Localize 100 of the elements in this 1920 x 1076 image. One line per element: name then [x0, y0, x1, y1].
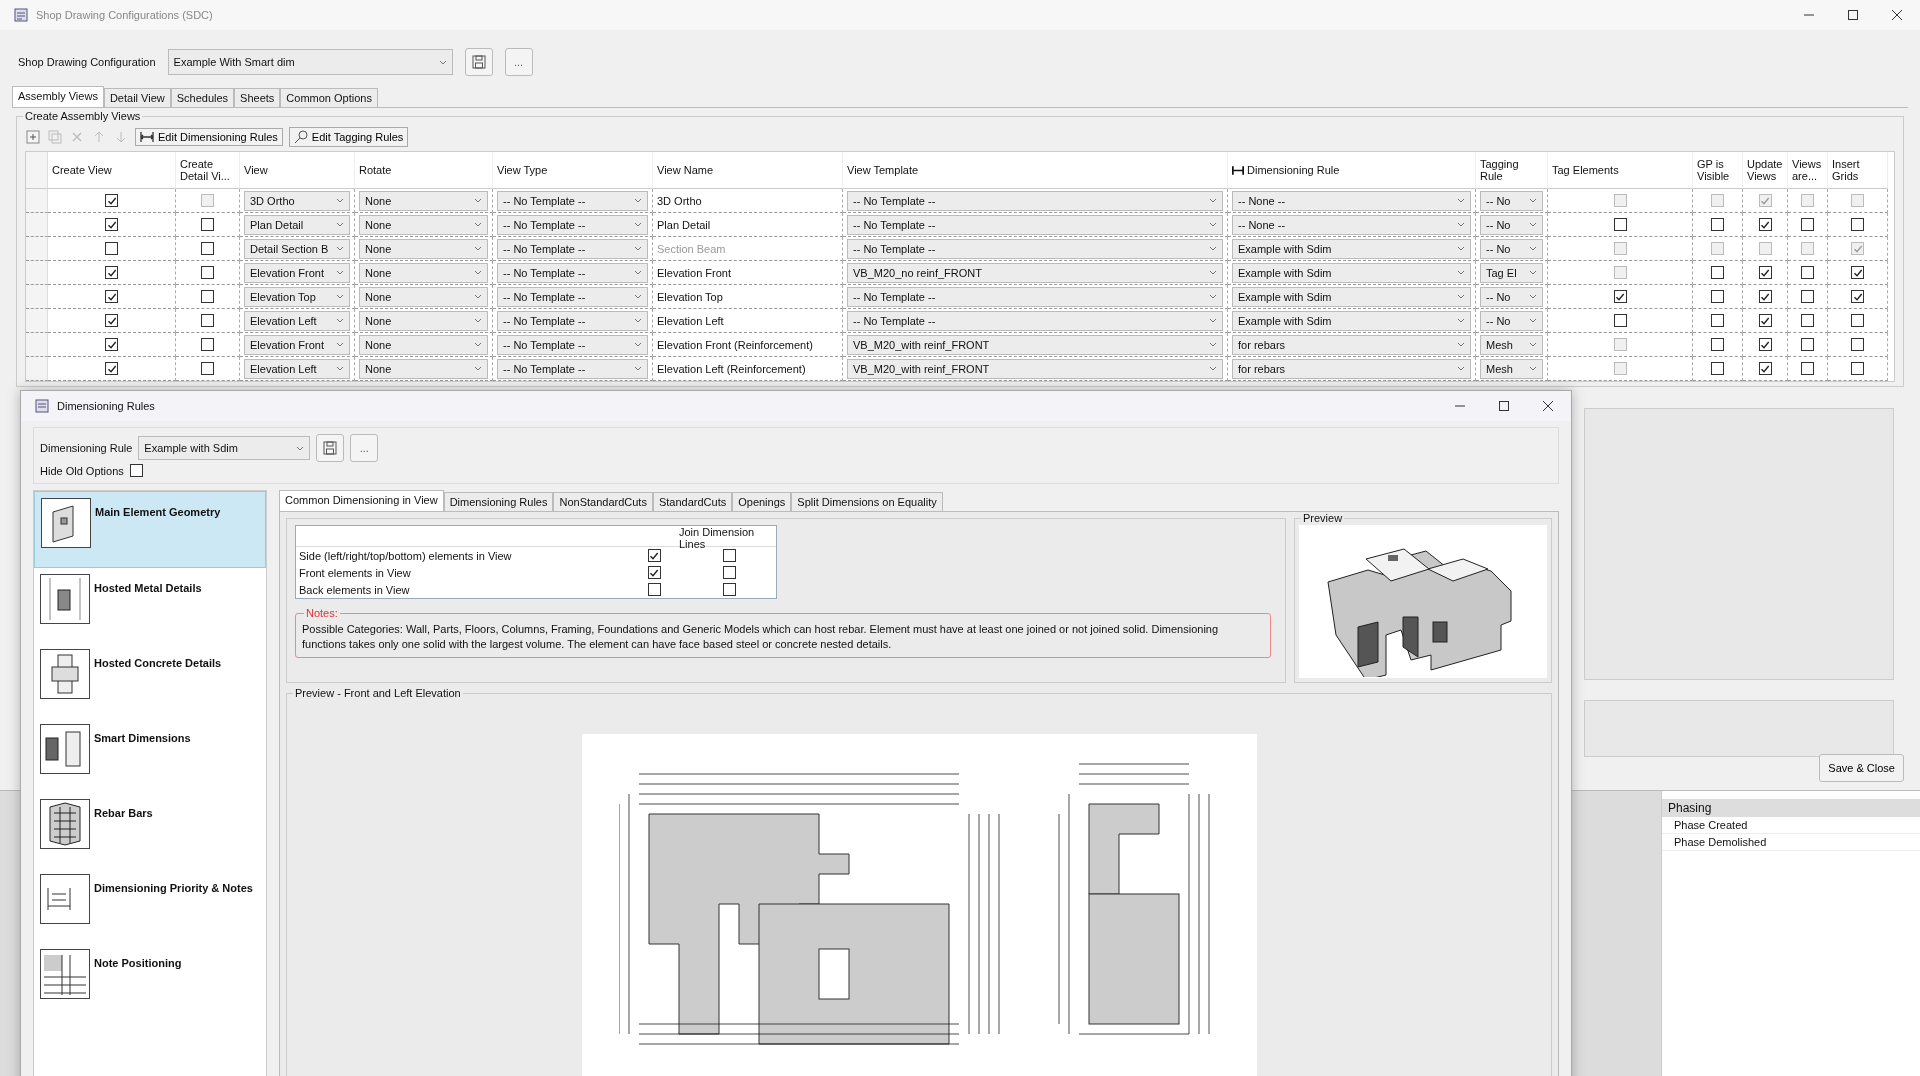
view-name-field[interactable]: Elevation Left [657, 314, 838, 327]
checkbox[interactable] [1613, 218, 1627, 231]
tab[interactable]: StandardCuts [652, 492, 733, 511]
checkbox[interactable] [722, 566, 736, 579]
checkbox[interactable] [722, 583, 736, 596]
checkbox[interactable] [201, 218, 214, 231]
checkbox[interactable] [1851, 314, 1864, 327]
category-item[interactable]: Hosted Metal Details [34, 568, 266, 643]
dropdown[interactable]: None [359, 262, 488, 283]
more-button[interactable]: ... [504, 48, 533, 76]
dropdown[interactable]: -- No Template -- [497, 190, 648, 211]
checkbox[interactable] [105, 218, 118, 231]
tab[interactable]: Assembly Views [12, 86, 104, 107]
more-button[interactable]: ... [350, 434, 379, 462]
checkbox[interactable] [201, 266, 214, 279]
checkbox[interactable] [1851, 338, 1864, 351]
dropdown[interactable]: -- No Template -- [497, 214, 648, 235]
tab[interactable]: Detail View [103, 88, 171, 107]
dropdown[interactable]: -- No [1480, 310, 1543, 331]
checkbox[interactable] [1758, 362, 1772, 375]
save-close-button[interactable]: Save & Close [1819, 754, 1904, 782]
dropdown[interactable]: -- No Template -- [847, 310, 1223, 331]
checkbox[interactable] [1613, 290, 1627, 303]
dropdown[interactable]: -- No Template -- [847, 286, 1223, 307]
checkbox[interactable] [105, 314, 118, 327]
view-name-field[interactable]: Elevation Left (Reinforcement) [657, 362, 838, 375]
checkbox[interactable] [1801, 218, 1814, 231]
column-header[interactable]: Insert Grids [1828, 152, 1888, 189]
category-item[interactable]: Main Element Geometry [34, 491, 266, 568]
dropdown[interactable]: Example with Sdim [1232, 286, 1471, 307]
checkbox[interactable] [1711, 266, 1724, 279]
checkbox[interactable] [1711, 290, 1724, 303]
dropdown[interactable]: -- No Template -- [847, 238, 1223, 259]
column-header[interactable]: View Type [493, 152, 653, 189]
column-header[interactable]: View Name [653, 152, 843, 189]
dropdown[interactable]: -- No [1480, 238, 1543, 259]
view-name-field[interactable]: 3D Ortho [657, 194, 838, 207]
checkbox[interactable] [129, 464, 143, 477]
checkbox[interactable] [1758, 218, 1772, 231]
checkbox[interactable] [722, 549, 736, 562]
config-dropdown[interactable]: Example With Smart dim [167, 49, 453, 75]
save-button[interactable] [316, 434, 345, 462]
column-header[interactable]: GP is Visible [1693, 152, 1743, 189]
checkbox[interactable] [1801, 314, 1814, 327]
dropdown[interactable]: Elevation Left [244, 358, 350, 379]
dropdown[interactable]: Mesh [1480, 358, 1543, 379]
column-header[interactable]: Create Detail Vi... [176, 152, 240, 189]
tab[interactable]: Common Dimensioning in View [279, 490, 444, 511]
view-name-field[interactable]: Elevation Top [657, 290, 838, 303]
maximize-icon[interactable] [1848, 10, 1858, 20]
dropdown[interactable]: None [359, 286, 488, 307]
dropdown[interactable]: None [359, 238, 488, 259]
checkbox[interactable] [1758, 266, 1772, 279]
dropdown[interactable]: -- No [1480, 214, 1543, 235]
checkbox[interactable] [1758, 338, 1772, 351]
checkbox[interactable] [1801, 290, 1814, 303]
dropdown[interactable]: VB_M20_no reinf_FRONT [847, 262, 1223, 283]
rule-dropdown[interactable]: Example with Sdim [138, 436, 311, 460]
category-item[interactable]: Rebar Bars [34, 793, 266, 868]
checkbox[interactable] [105, 290, 118, 303]
column-header[interactable]: Views are... [1788, 152, 1828, 189]
dropdown[interactable]: Detail Section B [244, 238, 350, 259]
dropdown[interactable]: -- No Template -- [497, 286, 648, 307]
dropdown[interactable]: VB_M20_with reinf_FRONT [847, 334, 1223, 355]
dropdown[interactable]: Example with Sdim [1232, 238, 1471, 259]
dropdown[interactable]: Mesh [1480, 334, 1543, 355]
checkbox[interactable] [1613, 314, 1627, 327]
dropdown[interactable]: Tag El [1480, 262, 1543, 283]
tab[interactable]: Schedules [170, 88, 235, 107]
column-header[interactable]: Dimensioning Rule [1228, 152, 1476, 189]
maximize-icon[interactable] [1499, 401, 1509, 411]
category-item[interactable]: Smart Dimensions [34, 718, 266, 793]
dropdown[interactable]: Elevation Top [244, 286, 350, 307]
dropdown[interactable]: -- No [1480, 286, 1543, 307]
view-name-field[interactable]: Elevation Front [657, 266, 838, 279]
column-header[interactable]: Create View [48, 152, 176, 189]
close-icon[interactable] [1892, 10, 1902, 20]
dropdown[interactable]: -- No Template -- [847, 214, 1223, 235]
checkbox[interactable] [1711, 362, 1724, 375]
save-button[interactable] [464, 48, 493, 76]
dropdown[interactable]: -- None -- [1232, 190, 1471, 211]
toolbar-button[interactable]: Edit Dimensioning Rules [135, 128, 283, 146]
checkbox[interactable] [1758, 314, 1772, 327]
dropdown[interactable]: -- No Template -- [847, 190, 1223, 211]
checkbox[interactable] [647, 566, 661, 579]
checkbox[interactable] [1851, 266, 1864, 279]
dropdown[interactable]: -- No Template -- [497, 262, 648, 283]
checkbox[interactable] [647, 583, 661, 596]
checkbox[interactable] [201, 242, 214, 255]
view-name-field[interactable]: Elevation Front (Reinforcement) [657, 338, 838, 351]
dropdown[interactable]: -- No [1480, 190, 1543, 211]
checkbox[interactable] [201, 314, 214, 327]
dropdown[interactable]: 3D Ortho [244, 190, 350, 211]
checkbox[interactable] [1801, 362, 1814, 375]
column-header[interactable]: Rotate [355, 152, 493, 189]
tab[interactable]: Common Options [280, 88, 378, 107]
dropdown[interactable]: for rebars [1232, 334, 1471, 355]
checkbox[interactable] [105, 362, 118, 375]
property-group-header[interactable]: Phasing [1662, 799, 1920, 817]
dropdown[interactable]: Elevation Front [244, 262, 350, 283]
